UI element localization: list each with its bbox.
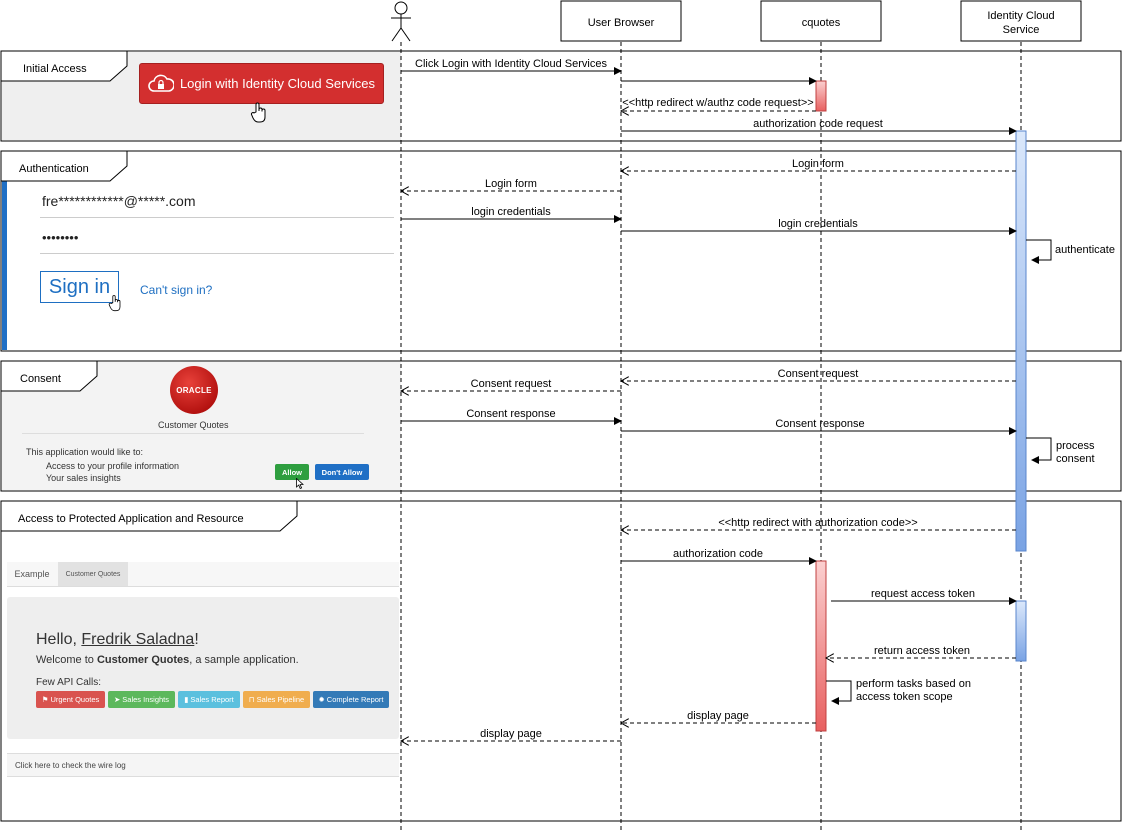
msg-label-m10: Consent request [778,368,859,380]
activation-cquotes-1 [815,80,827,112]
cant-sign-in-link[interactable]: Can't sign in? [140,283,212,297]
svg-text:User Browser: User Browser [588,17,655,29]
login-with-idcs-button[interactable]: Login with Identity Cloud Services [139,63,384,104]
msg-label-m14b: consent [1056,453,1095,465]
msg-label-m15: <<http redirect with authorization code>… [718,517,917,529]
msg-label-m13: Consent response [775,418,864,430]
msg-label-m17: request access token [871,588,975,600]
msg-label-m8: login credentials [778,218,858,230]
msg-label-m5: Login form [792,158,844,170]
msg-label-m14a: process [1056,440,1095,452]
msg-arrow-m9 [1026,239,1052,264]
consent-app-name: Customer Quotes [158,420,229,430]
msg-label-m4: authorization code request [753,118,883,130]
msg-label-m1: Click Login with Identity Cloud Services [415,58,607,70]
user-name-link[interactable]: Fredrik Saladna [81,631,194,648]
login-button-label: Login with Identity Cloud Services [179,76,376,91]
password-field[interactable]: •••••••• [42,230,78,245]
consent-item-sales: Your sales insights [46,473,121,483]
pipeline-icon: ⊓ [248,695,255,704]
sales-insights-button[interactable]: ➤ Sales Insights [108,691,175,708]
svg-text:Service: Service [1003,24,1040,36]
participant-cquotes: cquotes [760,0,882,42]
activation-cquotes-2 [815,560,827,732]
hand-cursor-icon [250,102,266,123]
sales-report-button[interactable]: ▮ Sales Report [178,691,240,708]
msg-label-m7: login credentials [471,206,551,218]
section-label-consent: Consent [20,373,61,385]
password-underline [40,253,394,254]
oracle-logo: ORACLE [170,366,218,414]
tab-customer-quotes[interactable]: Customer Quotes [58,562,128,586]
msg-label-m18: return access token [874,645,970,657]
msg-label-m19b: access token scope [856,691,953,703]
email-underline [40,217,394,218]
consent-divider [22,433,364,434]
consent-intro: This application would like to: [26,447,144,457]
msg-label-m12: Consent response [466,408,555,420]
app-jumbotron [7,597,399,739]
send-icon: ➤ [114,695,121,704]
section-label-initial-access: Initial Access [23,63,87,75]
pointer-cursor-icon [296,478,304,489]
flag-icon: ⚑ [41,695,49,704]
bar-chart-icon: ▮ [184,695,189,704]
msg-label-m16: authorization code [673,548,763,560]
msg-arrow-m14 [1026,437,1052,464]
dont-allow-button[interactable]: Don't Allow [315,464,369,480]
urgent-quotes-button[interactable]: ⚑ Urgent Quotes [36,691,105,708]
consent-item-profile: Access to your profile information [46,461,180,471]
msg-label-m21: display page [480,728,542,740]
svg-text:Identity Cloud: Identity Cloud [987,10,1054,22]
msg-label-m9: authenticate [1055,244,1115,256]
section-label-authentication: Authentication [19,163,89,175]
participant-idcs: Identity Cloud Service [960,0,1082,42]
gear-icon: ✹ [318,695,325,704]
msg-arrow-m19 [826,680,852,705]
hand-cursor-icon [108,295,121,312]
msg-label-m19a: perform tasks based on [856,678,971,690]
welcome-text: Welcome to Customer Quotes, a sample app… [36,654,299,666]
activation-idcs-2 [1015,600,1027,662]
activation-idcs-1 [1015,130,1027,552]
msg-label-m20: display page [687,710,749,722]
section-label-access-protected: Access to Protected Application and Reso… [18,513,244,525]
email-field[interactable]: fre************@*****.com [42,193,196,209]
wire-log-link[interactable]: Click here to check the wire log [7,753,399,777]
msg-label-m6: Login form [485,178,537,190]
participant-browser: User Browser [560,0,682,42]
cloud-lock-icon [148,74,174,92]
section-authentication: Authentication [0,150,1122,352]
tab-example[interactable]: Example [7,562,57,586]
complete-report-button[interactable]: ✹ Complete Report [313,691,389,708]
sales-pipeline-button[interactable]: ⊓ Sales Pipeline [243,691,310,708]
msg-label-m3: <<http redirect w/authz code request>> [622,97,813,109]
greeting: Hello, Fredrik Saladna! [36,631,199,648]
actor-user [391,1,411,42]
svg-text:cquotes: cquotes [802,17,841,29]
few-api-calls-label: Few API Calls: [36,677,102,688]
msg-label-m11: Consent request [471,378,552,390]
